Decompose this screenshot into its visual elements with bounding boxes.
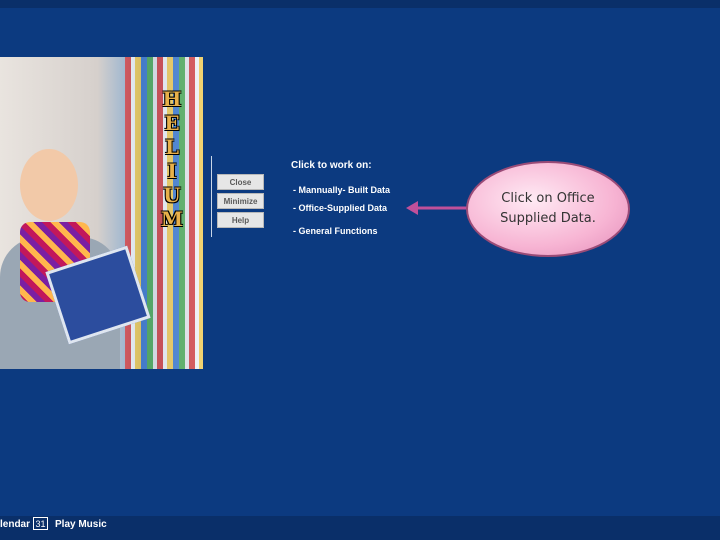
logo-letter: E [164,111,180,135]
logo-letter: H [162,87,182,111]
logo-letter: I [167,159,177,183]
close-button[interactable]: Close [217,174,264,190]
play-music-button[interactable]: Play Music [55,519,107,530]
bottom-bar [0,516,720,540]
calendar-date-box[interactable]: 31 [33,517,48,530]
photo-face [20,149,78,221]
menu-option-general-functions[interactable]: - General Functions [293,226,378,236]
pointer-arrow-icon [406,201,468,215]
divider [211,156,212,237]
minimize-button[interactable]: Minimize [217,193,264,209]
instruction-callout: Click on Office Supplied Data. [466,161,630,257]
logo-letter: L [164,135,180,159]
help-button[interactable]: Help [217,212,264,228]
menu-option-office-supplied-data[interactable]: - Office-Supplied Data [293,203,387,213]
menu-option-manually-built-data[interactable]: - Mannually- Built Data [293,185,390,195]
calendar-label[interactable]: lendar [0,519,30,530]
menu-heading: Click to work on: [291,160,372,171]
helium-logo: H E L I U M [158,87,186,231]
top-bar [0,0,720,8]
logo-letter: M [160,207,184,231]
logo-letter: U [163,183,181,207]
callout-text: Click on Office Supplied Data. [500,191,596,226]
